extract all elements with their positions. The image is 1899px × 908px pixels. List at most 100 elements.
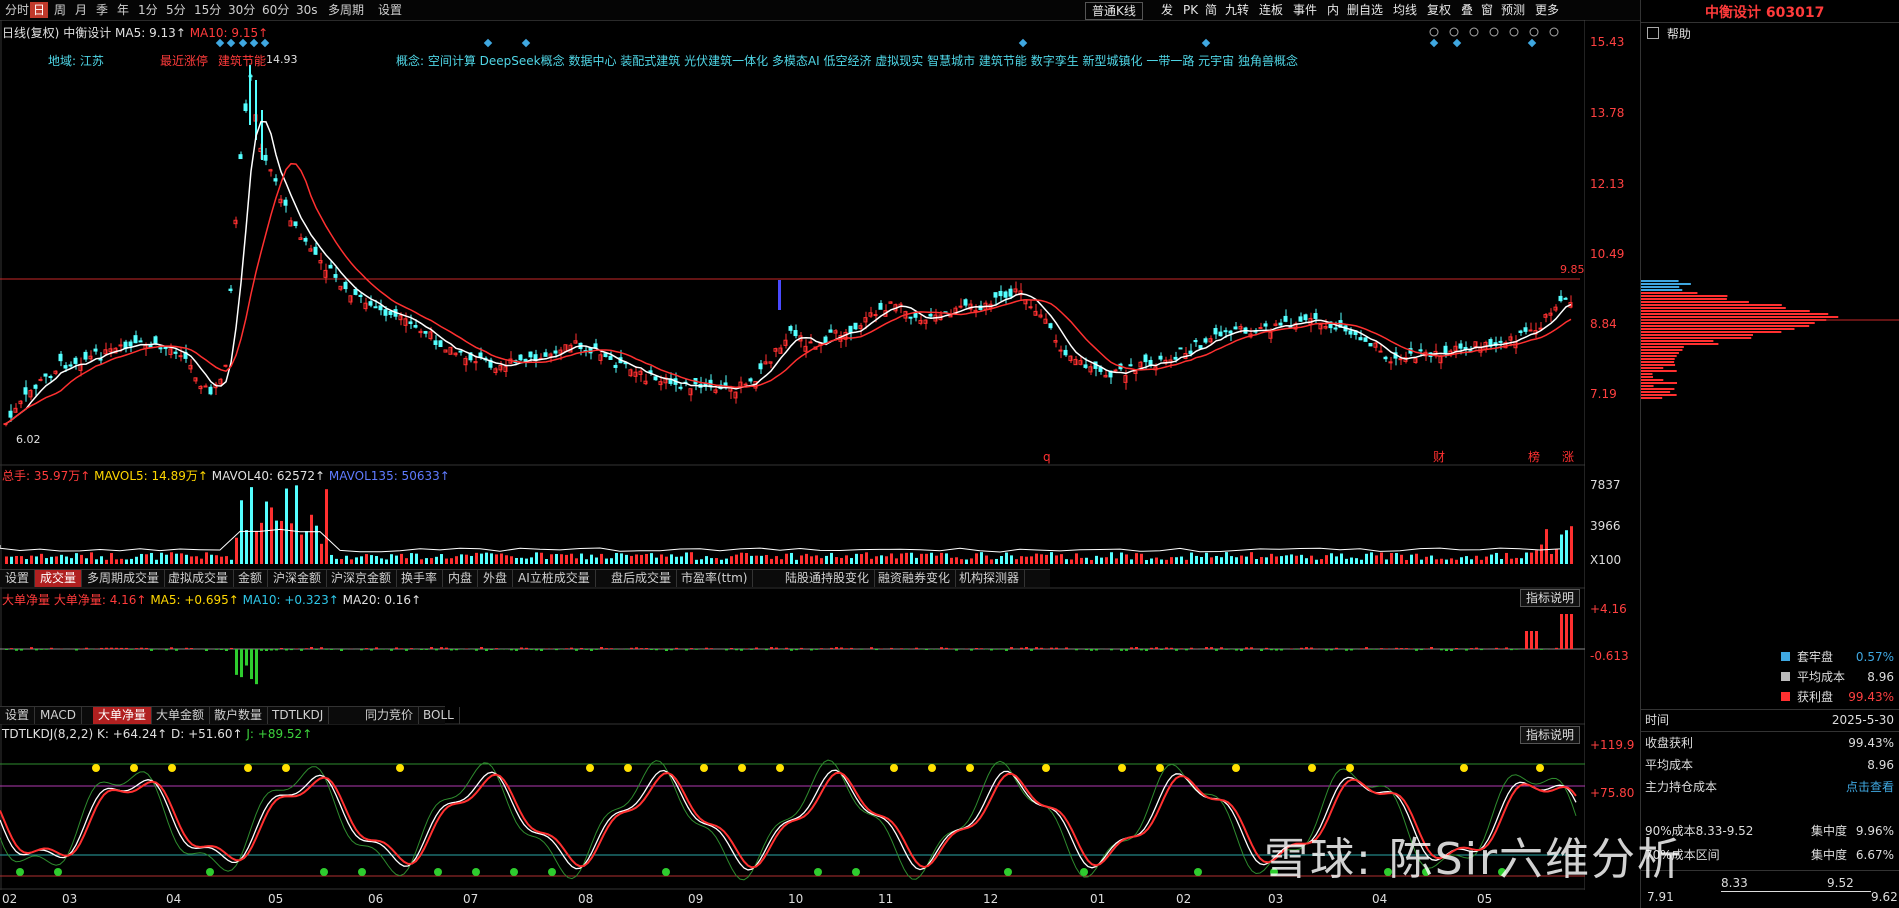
- mavol5: MAVOL5: 14.89万↑: [94, 469, 208, 483]
- period-11[interactable]: 30s: [293, 2, 321, 18]
- kdj-explain-button[interactable]: 指标说明: [1520, 726, 1581, 744]
- volume-bar: [1070, 559, 1073, 564]
- volume-bar: [255, 531, 258, 564]
- chart-tool-icon: [1549, 27, 1559, 37]
- vol-tab-15[interactable]: 机构探测器: [954, 570, 1026, 587]
- chip-bar: [1641, 292, 1698, 294]
- ind-tab-5[interactable]: TDTLKDJ: [267, 707, 330, 724]
- volume-bar: [275, 520, 278, 564]
- ind-tab-0[interactable]: 设置: [0, 707, 36, 724]
- vol-tab-9[interactable]: 外盘: [478, 570, 514, 587]
- toolbar-right-10[interactable]: 复权: [1425, 2, 1453, 18]
- vol-tab-6[interactable]: 沪深京金额: [326, 570, 398, 587]
- volume-bar: [1330, 553, 1333, 564]
- toolbar-right-8[interactable]: 删自选: [1345, 2, 1385, 18]
- volume-bar: [340, 559, 343, 564]
- toolbar-right-6[interactable]: 事件: [1291, 2, 1319, 18]
- period-8[interactable]: 15分: [191, 2, 224, 18]
- stat-value[interactable]: 点击查看: [1846, 778, 1894, 796]
- toolbar-right-13[interactable]: 预测: [1499, 2, 1527, 18]
- chip-bar: [1641, 328, 1795, 330]
- toolbar-right-1[interactable]: 发: [1159, 2, 1175, 18]
- ddx-bar: [1190, 647, 1193, 649]
- ind-tab-2[interactable]: 大单净量: [93, 707, 153, 724]
- volume-bar: [420, 559, 423, 564]
- vol-tab-7[interactable]: 换手率: [396, 570, 444, 587]
- period-3[interactable]: 月: [72, 2, 90, 18]
- ind-tab-6[interactable]: 同力竞价: [360, 707, 420, 724]
- toolbar-right-4[interactable]: 九转: [1223, 2, 1251, 18]
- ddx-bar: [130, 649, 133, 650]
- period-9[interactable]: 30分: [225, 2, 258, 18]
- vol-tab-0[interactable]: 设置: [0, 570, 36, 587]
- volume-bar: [940, 552, 943, 564]
- toolbar-right-11[interactable]: 叠: [1459, 2, 1475, 18]
- toolbar-right-0[interactable]: 普通K线: [1085, 2, 1143, 20]
- volume-bar: [1090, 559, 1093, 564]
- period-12[interactable]: 多周期: [325, 2, 367, 18]
- period-6[interactable]: 1分: [135, 2, 161, 18]
- volume-bar: [300, 534, 303, 564]
- ind-tab-7[interactable]: BOLL: [418, 707, 460, 724]
- volume-bar: [245, 530, 248, 564]
- month-6: 08: [578, 892, 594, 906]
- ind-tab-3[interactable]: 大单金额: [151, 707, 211, 724]
- period-7[interactable]: 5分: [163, 2, 189, 18]
- vol-tab-13[interactable]: 陆股通持股变化: [780, 570, 876, 587]
- period-0[interactable]: 分时: [2, 2, 32, 18]
- volume-bar: [785, 553, 788, 564]
- vol-tab-11[interactable]: 盘后成交量: [606, 570, 678, 587]
- toolbar-right-2[interactable]: PK: [1181, 2, 1200, 18]
- toolbar-right-9[interactable]: 均线: [1391, 2, 1419, 18]
- toolbar-right-5[interactable]: 连板: [1257, 2, 1285, 18]
- period-4[interactable]: 季: [93, 2, 111, 18]
- vol-tab-4[interactable]: 金额: [233, 570, 269, 587]
- volume-bar: [105, 559, 108, 564]
- vol-tab-1[interactable]: 成交量: [35, 570, 83, 587]
- vol-tab-12[interactable]: 市盈率(ttm): [676, 570, 754, 587]
- period-5[interactable]: 年: [114, 2, 132, 18]
- ddx-bar: [45, 649, 48, 650]
- toolbar-right-14[interactable]: 更多: [1533, 2, 1561, 18]
- period-13[interactable]: 设置: [375, 2, 405, 18]
- toolbar-right-12[interactable]: 窗: [1479, 2, 1495, 18]
- ddx-bar: [230, 647, 233, 649]
- volume-bar: [755, 555, 758, 564]
- candle-body: [1193, 339, 1198, 343]
- volume-bar: [425, 558, 428, 564]
- ddx-bar: [1395, 647, 1398, 649]
- volume-bar: [195, 556, 198, 564]
- vol-tab-8[interactable]: 内盘: [443, 570, 479, 587]
- toolbar-right-3[interactable]: 简: [1203, 2, 1219, 18]
- vol-tab-3[interactable]: 虚拟成交量: [163, 570, 235, 587]
- candle-body: [1228, 330, 1233, 334]
- volume-bar: [680, 556, 683, 564]
- candle-body: [678, 386, 683, 389]
- ddx-bar: [1145, 649, 1148, 651]
- volume-bar: [440, 554, 443, 564]
- ddx-bar: [375, 647, 378, 649]
- toolbar-right-7[interactable]: 内: [1325, 2, 1341, 18]
- ind-tab-1[interactable]: MACD: [35, 707, 82, 724]
- period-1[interactable]: 日: [30, 2, 49, 18]
- ddx-bar: [635, 647, 638, 649]
- volume-bar: [140, 553, 143, 564]
- volume-bar: [1200, 557, 1203, 564]
- period-10[interactable]: 60分: [259, 2, 292, 18]
- volume-bar: [495, 554, 498, 564]
- candle-body: [383, 309, 388, 316]
- stat-row-2[interactable]: 主力持仓成本 点击查看: [1641, 778, 1899, 796]
- volume-bar: [930, 552, 933, 564]
- ddx-bar: [1535, 631, 1538, 649]
- vol-tab-14[interactable]: 融资融券变化: [873, 570, 957, 587]
- period-2[interactable]: 周: [51, 2, 69, 18]
- volume-bar: [1545, 529, 1548, 564]
- volume-bar: [835, 557, 838, 564]
- mavol-line: [0, 528, 1561, 553]
- date-row: 时间 2025-5-30: [1641, 711, 1899, 729]
- vol-tab-5[interactable]: 沪深金额: [268, 570, 328, 587]
- ddx-explain-button[interactable]: 指标说明: [1520, 589, 1581, 607]
- ind-tab-4[interactable]: 散户数量: [209, 707, 269, 724]
- vol-tab-2[interactable]: 多周期成交量: [82, 570, 166, 587]
- vol-tab-10[interactable]: AI立桩成交量: [513, 570, 596, 587]
